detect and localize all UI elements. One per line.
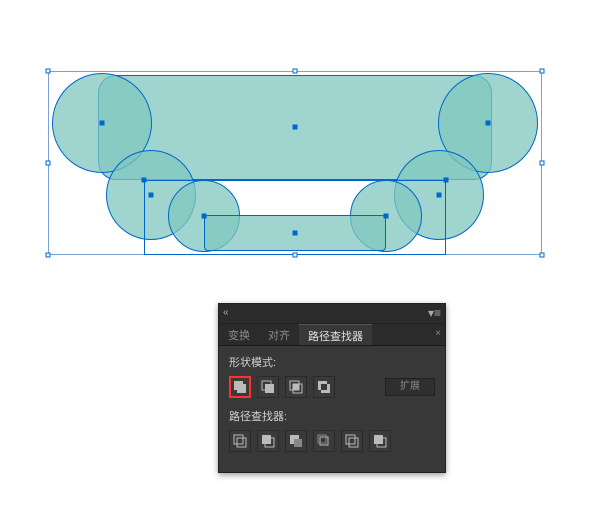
anchor[interactable] (540, 69, 545, 74)
intersect-button[interactable] (285, 376, 307, 398)
anchor-center[interactable] (202, 214, 207, 219)
panel-tabs: 变换 对齐 路径查找器 × (219, 324, 445, 346)
exclude-button[interactable] (313, 376, 335, 398)
divide-icon (233, 434, 247, 448)
shape-modes-row: 扩展 (229, 376, 435, 398)
panel-titlebar[interactable]: « ▾≡ (219, 304, 445, 324)
intersect-icon (289, 380, 303, 394)
anchor-center[interactable] (149, 193, 154, 198)
trim-icon (261, 434, 275, 448)
anchor[interactable] (142, 178, 147, 183)
anchor[interactable] (46, 161, 51, 166)
panel-collapse-icon[interactable]: « (223, 308, 233, 318)
unite-button[interactable] (229, 376, 251, 398)
minus-front-button[interactable] (257, 376, 279, 398)
anchor-center[interactable] (100, 121, 105, 126)
canvas[interactable] (48, 75, 542, 255)
anchor[interactable] (46, 253, 51, 258)
pathfinder-row (229, 430, 435, 452)
expand-button[interactable]: 扩展 (385, 378, 435, 396)
exclude-icon (317, 380, 331, 394)
panel-close-icon[interactable]: × (435, 328, 441, 339)
crop-icon (317, 434, 331, 448)
outline-button[interactable] (341, 430, 363, 452)
minus-back-icon (373, 434, 387, 448)
anchor-center[interactable] (293, 231, 298, 236)
tab-transform[interactable]: 变换 (219, 324, 259, 345)
pathfinder-panel: « ▾≡ 变换 对齐 路径查找器 × 形状模式: 扩展 路径查找器: (218, 303, 446, 473)
outline-icon (345, 434, 359, 448)
merge-button[interactable] (285, 430, 307, 452)
tab-align[interactable]: 对齐 (259, 324, 299, 345)
anchor-center[interactable] (293, 125, 298, 130)
anchor-center[interactable] (437, 193, 442, 198)
panel-menu-icon[interactable]: ▾≡ (428, 306, 441, 320)
crop-button[interactable] (313, 430, 335, 452)
anchor[interactable] (293, 69, 298, 74)
minus-back-button[interactable] (369, 430, 391, 452)
anchor[interactable] (540, 253, 545, 258)
anchor-center[interactable] (486, 121, 491, 126)
divide-button[interactable] (229, 430, 251, 452)
anchor-center[interactable] (384, 214, 389, 219)
anchor[interactable] (444, 178, 449, 183)
anchor[interactable] (46, 69, 51, 74)
pathfinder-label: 路径查找器: (229, 408, 435, 424)
minus-front-icon (261, 380, 275, 394)
panel-body: 形状模式: 扩展 路径查找器: (219, 346, 445, 472)
anchor[interactable] (293, 253, 298, 258)
anchor[interactable] (540, 161, 545, 166)
shape-modes-label: 形状模式: (229, 354, 435, 370)
tab-pathfinder[interactable]: 路径查找器 (299, 324, 372, 345)
unite-icon (233, 380, 247, 394)
trim-button[interactable] (257, 430, 279, 452)
merge-icon (289, 434, 303, 448)
